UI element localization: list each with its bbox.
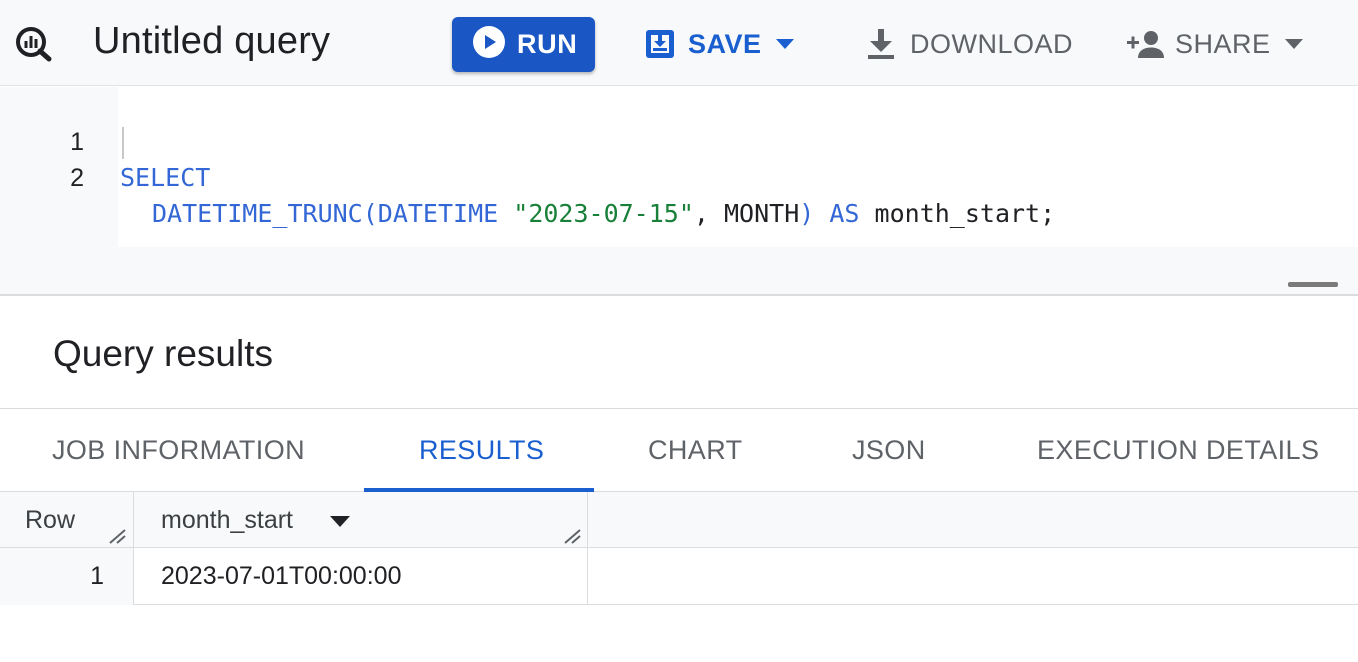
sql-editor[interactable]: 1 SELECT 2 DATETIME_TRUNC(DATETIME "2023… bbox=[0, 87, 1358, 296]
query-title[interactable]: Untitled query bbox=[93, 20, 330, 63]
code-token: DATETIME bbox=[377, 199, 499, 228]
code-token: "2023-07-15" bbox=[513, 199, 694, 228]
code-token: , MONTH bbox=[693, 199, 800, 228]
run-button[interactable]: RUN bbox=[452, 17, 595, 72]
query-toolbar: Untitled query RUN SAVE DOWNLOAD SHARE bbox=[0, 0, 1358, 86]
save-icon bbox=[644, 28, 676, 60]
code-text: DATETIME_TRUNC(DATETIME "2023-07-15", MO… bbox=[152, 196, 1055, 232]
bigquery-logo-icon bbox=[14, 26, 54, 62]
share-button[interactable]: SHARE bbox=[1127, 24, 1303, 64]
results-title: Query results bbox=[53, 333, 274, 374]
tab-chart[interactable]: CHART bbox=[648, 409, 743, 491]
column-divider bbox=[587, 492, 588, 605]
share-button-label: SHARE bbox=[1175, 28, 1271, 59]
code-token: ) bbox=[799, 199, 815, 228]
results-tabs: JOB INFORMATION RESULTS CHART JSON EXECU… bbox=[0, 408, 1358, 492]
code-token: month_start; bbox=[859, 199, 1056, 228]
save-button[interactable]: SAVE bbox=[644, 24, 794, 64]
cell-month-start[interactable]: 2023-07-01T00:00:00 bbox=[161, 548, 401, 605]
code-token: DATETIME_TRUNC( bbox=[152, 199, 378, 228]
tab-results[interactable]: RESULTS bbox=[419, 409, 544, 491]
column-header-month-start[interactable]: month_start bbox=[161, 492, 293, 548]
row-number: 1 bbox=[90, 562, 104, 590]
line-number: 2 bbox=[70, 164, 84, 192]
column-header-row: Row bbox=[25, 506, 76, 534]
column-resize-handle-icon[interactable] bbox=[563, 528, 583, 549]
download-button[interactable]: DOWNLOAD bbox=[866, 24, 1073, 64]
code-text: SELECT bbox=[120, 160, 210, 196]
save-button-label: SAVE bbox=[688, 28, 762, 59]
share-dropdown-caret-icon[interactable] bbox=[1284, 39, 1303, 49]
tab-job-information[interactable]: JOB INFORMATION bbox=[52, 409, 305, 491]
download-icon bbox=[866, 28, 896, 60]
download-button-label: DOWNLOAD bbox=[910, 28, 1074, 59]
person-add-icon bbox=[1127, 29, 1165, 59]
code-line: 2 DATETIME_TRUNC(DATETIME "2023-07-15", … bbox=[0, 124, 1358, 228]
table-row: 1 2023-07-01T00:00:00 bbox=[0, 548, 1358, 605]
code-token: SELECT bbox=[120, 163, 211, 192]
save-dropdown-caret-icon[interactable] bbox=[775, 39, 794, 49]
tab-json[interactable]: JSON bbox=[852, 409, 926, 491]
code-line: 1 SELECT bbox=[0, 88, 1358, 192]
column-divider bbox=[133, 492, 134, 605]
run-button-label: RUN bbox=[517, 29, 578, 59]
code-token: AS bbox=[829, 199, 860, 228]
table-header: Row month_start bbox=[0, 492, 1358, 548]
tab-execution-details[interactable]: EXECUTION DETAILS bbox=[1037, 409, 1319, 491]
column-menu-caret-icon[interactable] bbox=[330, 514, 350, 532]
column-resize-handle-icon[interactable] bbox=[108, 528, 128, 549]
play-circle-icon bbox=[472, 25, 506, 64]
editor-resize-handle[interactable] bbox=[1288, 282, 1338, 287]
